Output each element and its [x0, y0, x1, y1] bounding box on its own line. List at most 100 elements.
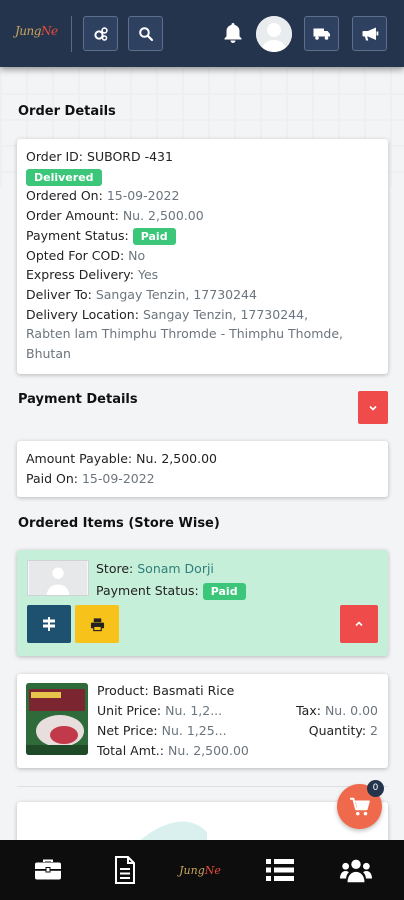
express-delivery-value: Yes — [137, 267, 159, 283]
nav-documents-button[interactable] — [109, 854, 141, 886]
order-id-label: Order ID: — [26, 149, 84, 164]
track-order-button[interactable] — [27, 605, 71, 643]
deliver-to-row: Deliver To: Sangay Tenzin, 17730244 — [26, 285, 388, 305]
cogs-button[interactable] — [83, 16, 118, 51]
list-icon — [266, 859, 294, 881]
cod-row: Opted For COD: No — [26, 246, 388, 266]
store-paid-badge: Paid — [202, 583, 246, 600]
store-collapse-button[interactable] — [340, 605, 378, 643]
quantity-value: 2 — [370, 723, 378, 738]
cart-count-badge: 0 — [367, 780, 384, 797]
nav-list-button[interactable] — [264, 854, 296, 886]
store-card: Store: Sonam Dorji Payment Status: Paid — [17, 550, 388, 656]
cod-label: Opted For COD: — [26, 247, 125, 263]
bottom-logo: JungNe — [179, 864, 221, 877]
cod-value: No — [128, 247, 146, 263]
search-icon — [138, 26, 153, 41]
store-row: Store: Sonam Dorji — [96, 559, 214, 579]
product-value: Basmati Rice — [152, 683, 235, 698]
paid-on-label: Paid On: — [26, 470, 78, 486]
tax-row: Tax: Nu. 0.00 — [296, 701, 378, 721]
print-icon — [90, 617, 104, 631]
paid-badge: Paid — [132, 227, 176, 245]
rice-bag-image — [26, 683, 88, 755]
cart-icon — [349, 797, 370, 815]
tax-value: Nu. 0.00 — [324, 703, 378, 718]
bottom-logo-text: Jung — [179, 863, 205, 877]
chevron-up-icon — [355, 621, 363, 627]
order-status-row: Delivered — [26, 167, 388, 187]
user-avatar[interactable] — [256, 16, 292, 52]
delivered-badge: Delivered — [26, 168, 102, 186]
total-amount-value: Nu. 2,500.00 — [167, 743, 249, 758]
total-amount-row: Total Amt.: Nu. 2,500.00 — [97, 741, 249, 761]
logo-text: Jung — [15, 24, 41, 38]
net-price-row: Net Price: Nu. 1,25... — [97, 721, 227, 741]
truck-icon — [313, 28, 330, 40]
order-id-row: Order ID: SUBORD -431 — [26, 147, 388, 167]
cart-button[interactable]: 0 — [337, 780, 384, 829]
delivery-location-line1: Sangay Tenzin, 17730244, — [142, 306, 309, 322]
notification-bell-button[interactable] — [219, 19, 247, 47]
nav-briefcase-button[interactable] — [32, 854, 64, 886]
order-amount-label: Order Amount: — [26, 208, 119, 224]
cogs-icon — [93, 26, 108, 41]
nav-users-button[interactable] — [340, 854, 372, 886]
amount-payable-label: Amount Payable: — [26, 451, 133, 466]
bottom-logo-accent: Ne — [204, 863, 221, 877]
bottom-navigation: JungNe — [0, 840, 404, 900]
payment-details-card: Amount Payable: Nu. 2,500.00 Paid On: 15… — [17, 441, 388, 497]
nav-home-logo[interactable]: JungNe — [179, 854, 221, 886]
product-label: Product: — [97, 683, 149, 698]
document-icon — [115, 856, 135, 884]
product-image — [26, 683, 88, 755]
briefcase-icon — [35, 859, 61, 880]
express-delivery-label: Express Delivery: — [26, 267, 134, 283]
order-amount-row: Order Amount: Nu. 2,500.00 — [26, 206, 388, 226]
delivery-location-label: Delivery Location: — [26, 306, 139, 322]
product-name-row: Product: Basmati Rice — [97, 681, 234, 701]
logo-accent: Ne — [40, 24, 58, 38]
paid-on-row: Paid On: 15-09-2022 — [26, 469, 388, 489]
order-amount-value: Nu. 2,500.00 — [122, 208, 204, 224]
ordered-on-label: Ordered On: — [26, 188, 103, 204]
search-button[interactable] — [128, 16, 163, 51]
store-label: Store: — [96, 561, 134, 576]
delivery-location-line3: Bhutan — [26, 346, 71, 362]
store-payment-status-row: Payment Status: Paid — [96, 581, 246, 601]
store-avatar-icon — [28, 561, 88, 595]
amount-payable-row: Amount Payable: Nu. 2,500.00 — [26, 449, 388, 469]
quantity-row: Quantity: 2 — [309, 721, 378, 741]
ordered-on-value: 15-09-2022 — [106, 188, 180, 204]
delivery-location-row: Delivery Location: Sangay Tenzin, 177302… — [26, 305, 388, 325]
delivery-truck-button[interactable] — [304, 16, 339, 51]
unit-price-label: Unit Price: — [97, 703, 162, 718]
payment-details-toggle-button[interactable] — [358, 391, 388, 424]
express-delivery-row: Express Delivery: Yes — [26, 265, 388, 285]
paid-on-value: 15-09-2022 — [81, 470, 155, 486]
amount-payable-value: Nu. 2,500.00 — [136, 451, 217, 466]
delivery-location-line2: Rabten lam Thimphu Thromde - Thimphu Tho… — [26, 326, 344, 342]
unit-price-row: Unit Price: Nu. 1,2... — [97, 701, 222, 721]
order-id-value: SUBORD -431 — [87, 149, 173, 164]
content-divider — [17, 786, 388, 787]
app-logo[interactable]: JungNe — [15, 24, 58, 38]
unit-price-value: Nu. 1,2... — [165, 703, 223, 718]
ordered-on-row: Ordered On: 15-09-2022 — [26, 186, 388, 206]
quantity-label: Quantity: — [308, 723, 367, 738]
users-icon — [340, 859, 372, 883]
deliver-to-label: Deliver To: — [26, 286, 92, 302]
bullhorn-icon — [362, 27, 378, 40]
tax-label: Tax: — [296, 703, 321, 718]
product-card: Product: Basmati Rice Unit Price: Nu. 1,… — [17, 674, 388, 768]
store-name-link[interactable]: Sonam Dorji — [137, 561, 214, 576]
store-payment-status-label: Payment Status: — [96, 583, 199, 598]
user-avatar-icon — [256, 16, 292, 52]
payment-details-title: Payment Details — [18, 392, 138, 407]
total-amount-label: Total Amt.: — [97, 743, 164, 758]
order-details-title: Order Details — [18, 104, 116, 119]
payment-status-label: Payment Status: — [26, 227, 129, 243]
bell-icon — [224, 23, 242, 43]
announcement-button[interactable] — [352, 16, 387, 51]
print-button[interactable] — [75, 605, 119, 643]
